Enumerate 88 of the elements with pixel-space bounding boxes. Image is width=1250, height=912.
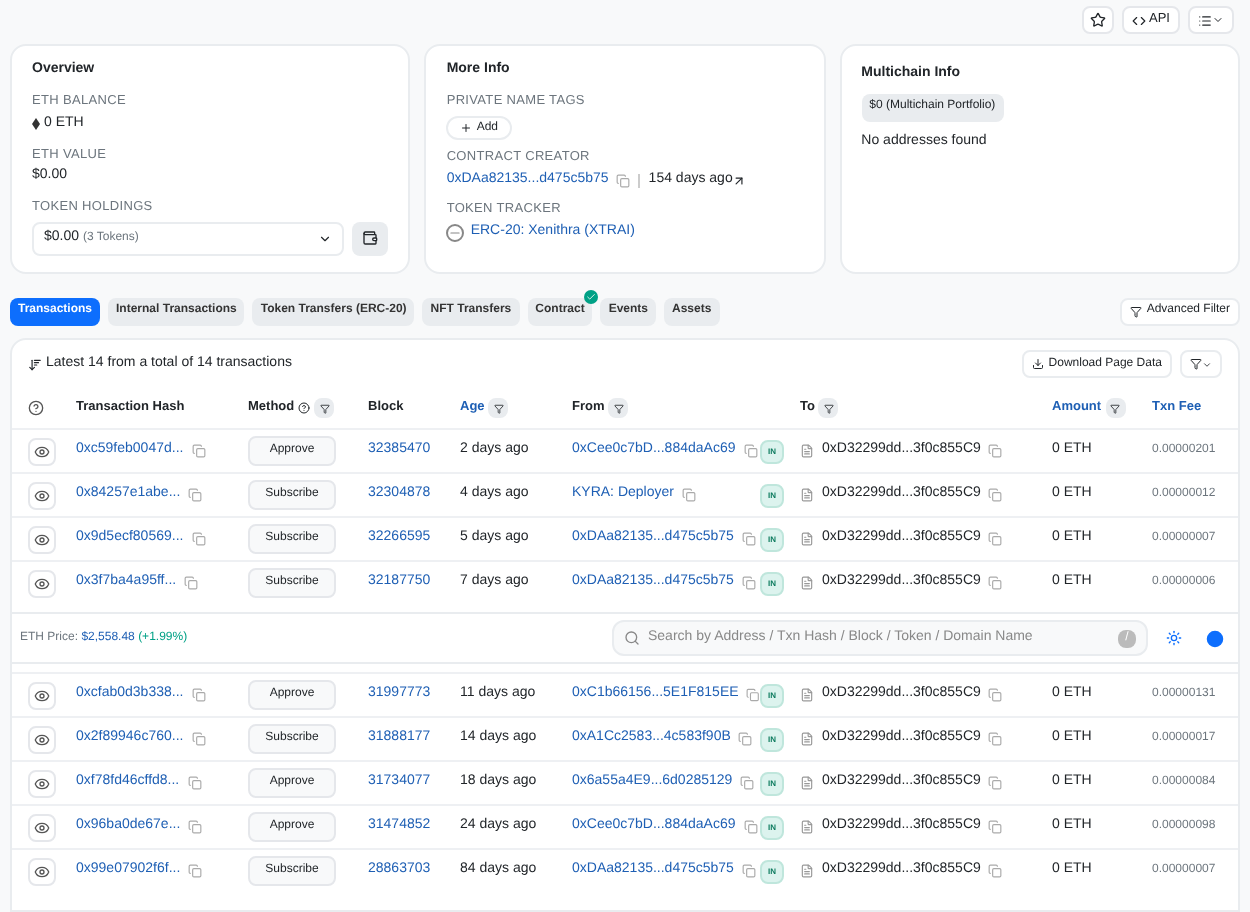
filter-icon [613, 403, 624, 413]
eye-icon [34, 731, 50, 747]
copy-icon[interactable] [191, 532, 206, 546]
eye-button[interactable] [28, 681, 56, 709]
info-icon [28, 400, 44, 416]
copy-icon[interactable] [988, 820, 1003, 834]
file-icon [800, 732, 814, 746]
eth-icon [32, 118, 40, 131]
copy-icon[interactable] [988, 488, 1003, 502]
copy-icon[interactable] [741, 576, 756, 590]
copy-icon[interactable] [741, 532, 756, 546]
copy-icon[interactable] [988, 688, 1003, 702]
copy-icon[interactable] [740, 776, 755, 790]
chevron-down-icon [318, 231, 333, 246]
caret-icon [1212, 14, 1224, 26]
search-icon [624, 630, 640, 646]
copy-icon[interactable] [988, 532, 1003, 546]
star-icon [1089, 12, 1106, 28]
copy-icon[interactable] [191, 688, 206, 702]
network-icon[interactable] [1206, 629, 1224, 647]
copy-icon[interactable] [184, 576, 199, 590]
copy-icon[interactable] [988, 444, 1003, 458]
eye-button[interactable] [28, 857, 56, 885]
file-icon [800, 864, 814, 878]
file-icon [800, 776, 814, 790]
copy-icon[interactable] [187, 776, 202, 790]
column-filter-button[interactable] [1105, 398, 1126, 418]
filter-icon [1110, 403, 1121, 413]
eye-button[interactable] [28, 769, 56, 797]
column-filter-button[interactable] [488, 398, 509, 418]
view-menu-button[interactable] [1188, 6, 1234, 34]
download-icon [1032, 358, 1045, 370]
sort-icon [28, 357, 42, 371]
file-icon [800, 576, 814, 590]
file-icon [800, 488, 814, 502]
copy-icon[interactable] [988, 864, 1003, 878]
filter-icon [1130, 305, 1143, 317]
copy-icon[interactable] [988, 576, 1003, 590]
theme-toggle-icon[interactable] [1166, 630, 1182, 646]
eye-icon [34, 531, 50, 547]
copy-icon[interactable] [988, 776, 1003, 790]
eye-icon [34, 775, 50, 791]
copy-icon[interactable] [741, 864, 756, 878]
copy-icon[interactable] [746, 688, 760, 702]
wallet-button[interactable] [352, 221, 389, 256]
eye-icon [34, 687, 50, 703]
copy-icon[interactable] [616, 173, 631, 188]
file-icon [800, 820, 814, 834]
filter-icon [319, 403, 330, 413]
copy-icon[interactable] [188, 820, 203, 834]
eye-icon [34, 443, 50, 459]
plus-icon [460, 122, 473, 135]
file-icon [800, 532, 814, 546]
copy-icon[interactable] [188, 864, 203, 878]
code-icon [1131, 13, 1146, 27]
column-filter-button[interactable] [608, 398, 629, 418]
eye-icon [34, 487, 50, 503]
caret-icon [1202, 359, 1212, 369]
eye-button[interactable] [28, 525, 56, 553]
copy-icon[interactable] [188, 488, 203, 502]
file-icon [800, 444, 814, 458]
eye-icon [34, 575, 50, 591]
eye-button[interactable] [28, 569, 56, 597]
copy-icon[interactable] [743, 444, 758, 458]
wallet-icon [362, 230, 379, 247]
list-icon [1198, 13, 1212, 27]
token-logo-icon [446, 224, 465, 243]
copy-icon[interactable] [738, 732, 753, 746]
copy-icon[interactable] [988, 732, 1003, 746]
filter-icon [1190, 358, 1202, 370]
copy-icon[interactable] [743, 820, 758, 834]
file-icon [800, 688, 814, 702]
eye-button[interactable] [28, 481, 56, 509]
star-button[interactable] [1081, 6, 1114, 34]
column-filter-button[interactable] [818, 398, 839, 418]
eye-button[interactable] [28, 725, 56, 753]
column-filter-button[interactable] [314, 398, 335, 418]
copy-icon[interactable] [191, 444, 206, 458]
filter-icon [493, 403, 504, 413]
copy-icon[interactable] [191, 732, 206, 746]
copy-icon[interactable] [681, 488, 696, 502]
filter-menu-button[interactable] [1180, 350, 1222, 378]
eye-icon [34, 863, 50, 879]
filter-icon [823, 403, 834, 413]
eye-icon [34, 819, 50, 835]
eye-button[interactable] [28, 437, 56, 465]
eye-button[interactable] [28, 813, 56, 841]
arrow-up-right-icon [732, 173, 747, 188]
